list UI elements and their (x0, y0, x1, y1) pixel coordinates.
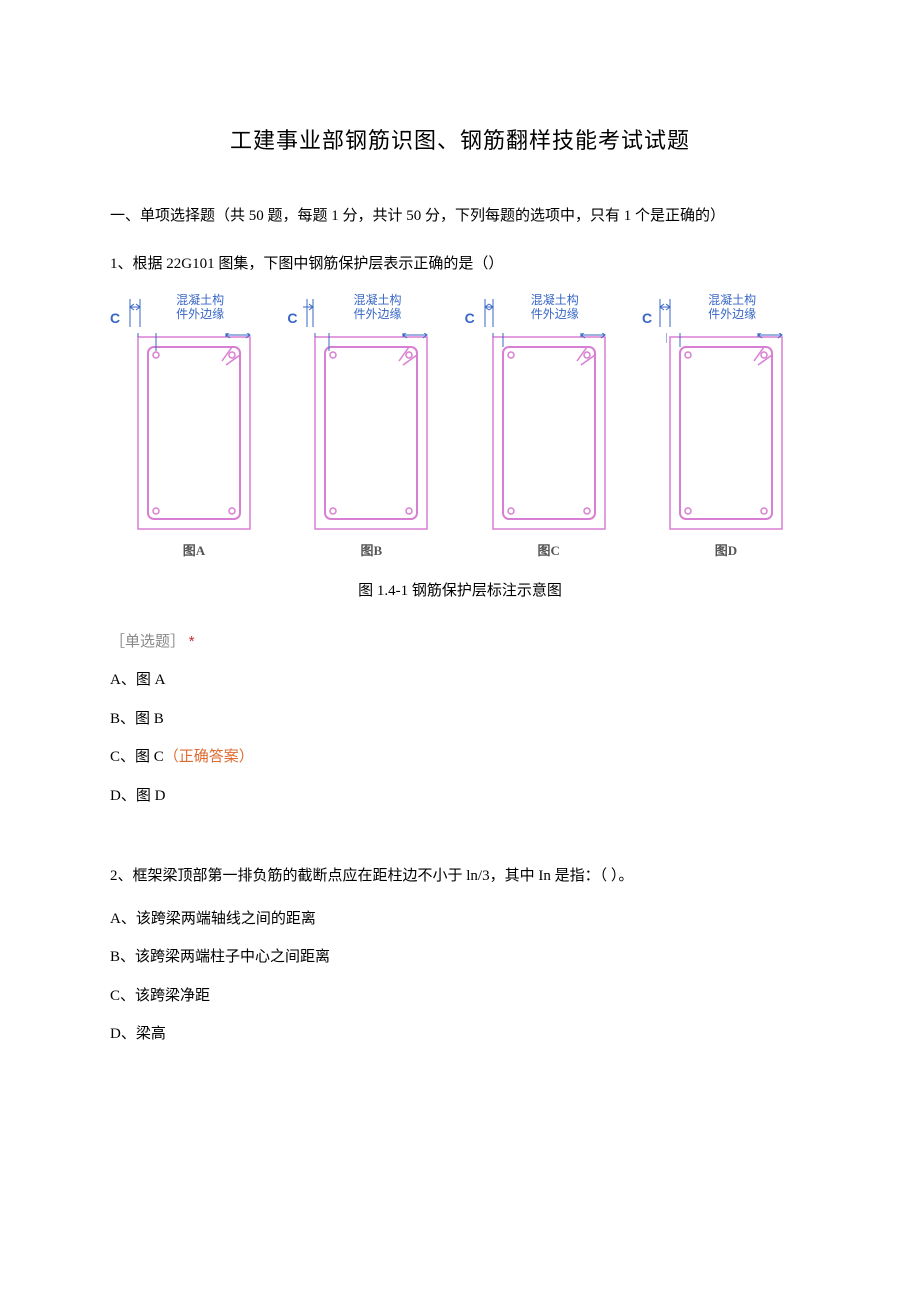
q2-option-d: D、梁高 (110, 1020, 810, 1049)
rebar-section-icon (134, 333, 254, 533)
q2-option-a: A、该跨梁两端轴线之间的距离 (110, 905, 810, 934)
bracket-label: ［单选题］ (110, 634, 185, 650)
edge-label-b-1: 混凝土构 (353, 293, 401, 307)
correct-answer-label: （正确答案） (164, 749, 254, 765)
figure-a: C 混凝土构 件外边缘 (110, 293, 278, 564)
q1-option-c: C、图 C（正确答案） (110, 743, 810, 772)
section-intro: 一、单项选择题（共 50 题，每题 1 分，共计 50 分，下列每题的选项中，只… (110, 202, 810, 231)
page-title: 工建事业部钢筋识图、钢筋翻样技能考试试题 (110, 120, 810, 162)
edge-label-a-2: 件外边缘 (176, 307, 224, 321)
q2-option-c: C、该跨梁净距 (110, 982, 810, 1011)
sub-caption-b: 图B (360, 539, 382, 564)
figures-row: C 混凝土构 件外边缘 (110, 293, 810, 564)
q1-option-b: B、图 B (110, 705, 810, 734)
sub-caption-c: 图C (537, 539, 559, 564)
edge-label-b-2: 件外边缘 (353, 307, 401, 321)
c-label-c: C (465, 305, 475, 332)
q2-option-b: B、该跨梁两端柱子中心之间距离 (110, 943, 810, 972)
figure-caption: 图 1.4-1 钢筋保护层标注示意图 (110, 577, 810, 606)
edge-label-a-1: 混凝土构 (176, 293, 224, 307)
c-label-b: C (287, 305, 297, 332)
dimension-arrows-icon (126, 293, 148, 327)
dimension-arrows-icon (303, 293, 325, 327)
q2-stem: 2、框架梁顶部第一排负筋的截断点应在距柱边不小于 ln/3，其中 In 是指：（… (110, 862, 810, 891)
sub-caption-d: 图D (715, 539, 737, 564)
edge-label-c-1: 混凝土构 (531, 293, 579, 307)
figure-b: C 混凝土构 件外边缘 (287, 293, 455, 564)
c-label-d: C (642, 305, 652, 332)
figure-d: C 混凝土构 件外边缘 (642, 293, 810, 564)
q1-option-c-text: C、图 C (110, 749, 164, 765)
required-star: * (189, 633, 195, 650)
sub-caption-a: 图A (183, 539, 205, 564)
edge-label-d-1: 混凝土构 (708, 293, 756, 307)
q1-option-a: A、图 A (110, 666, 810, 695)
c-label-a: C (110, 305, 120, 332)
edge-label-c-2: 件外边缘 (531, 307, 579, 321)
q1-option-d: D、图 D (110, 782, 810, 811)
edge-label-d-2: 件外边缘 (708, 307, 756, 321)
dimension-arrows-icon (481, 293, 503, 327)
rebar-section-icon (311, 333, 431, 533)
rebar-section-icon (489, 333, 609, 533)
question-type-label: ［单选题］ * (110, 628, 810, 657)
dimension-arrows-icon (658, 293, 680, 327)
figure-c: C 混凝土构 件外边缘 (465, 293, 633, 564)
q1-stem: 1、根据 22G101 图集，下图中钢筋保护层表示正确的是（） (110, 250, 810, 279)
rebar-section-icon (666, 333, 786, 533)
document-page: 工建事业部钢筋识图、钢筋翻样技能考试试题 一、单项选择题（共 50 题，每题 1… (0, 0, 920, 1301)
